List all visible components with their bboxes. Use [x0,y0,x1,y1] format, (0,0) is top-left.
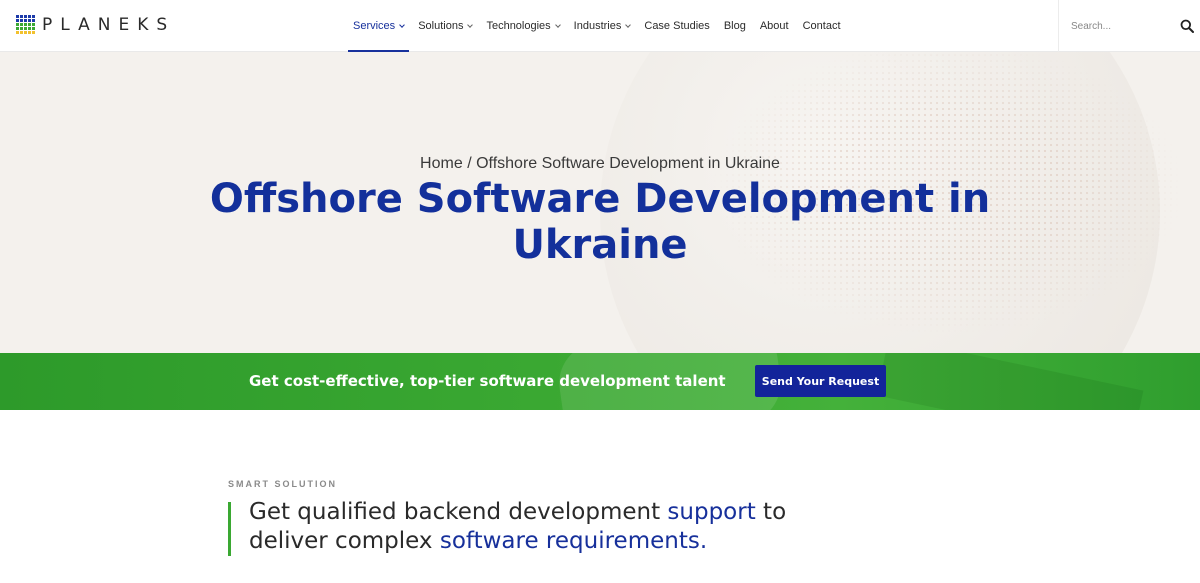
logo-dot [20,31,23,34]
breadcrumb-separator: / [467,155,472,172]
chevron-down-icon [467,21,474,28]
logo-dot [32,27,35,30]
nav-item-blog[interactable]: Blog [717,0,753,52]
logo-dot [32,23,35,26]
logo-dot [28,15,31,18]
logo-dot [16,19,19,22]
nav-item-services[interactable]: Services [346,0,411,52]
logo-dot [32,15,35,18]
nav-item-case-studies[interactable]: Case Studies [637,0,716,52]
search-input[interactable] [1071,20,1171,32]
chevron-down-icon [399,21,406,28]
logo-dot [24,31,27,34]
send-request-button[interactable]: Send Your Request [755,365,886,397]
quote-accent-bar [228,502,231,556]
section-quote: Get qualified backend development suppor… [249,498,869,556]
quote-highlight: support [667,499,756,525]
search-box [1058,0,1200,52]
chevron-down-icon [554,21,561,28]
logo-dot [16,27,19,30]
logo-dot [24,27,27,30]
logo-dot [16,31,19,34]
logo[interactable]: PLANEKS [16,15,175,35]
breadcrumb-current: Offshore Software Development in Ukraine [476,155,780,172]
banner-decoration [876,353,1144,410]
breadcrumb: Home / Offshore Software Development in … [0,155,1200,173]
nav-item-about[interactable]: About [753,0,796,52]
main-nav: Services Solutions Technologies Industries C… [346,0,848,52]
logo-dot [20,19,23,22]
banner-text: Get cost-effective, top-tier software de… [249,372,726,390]
site-header: PLANEKS Services Solutions Technologies Ind… [0,0,1200,52]
nav-item-technologies[interactable]: Technologies [479,0,566,52]
chevron-down-icon [625,21,632,28]
logo-mark-icon [16,15,36,35]
logo-dot [24,19,27,22]
nav-item-label: Contact [802,20,841,32]
nav-item-label: About [759,20,789,32]
nav-item-label: Services [353,20,396,32]
logo-dot [32,19,35,22]
nav-item-label: Industries [573,20,622,32]
page-title: Offshore Software Development in Ukraine [209,176,991,268]
section-eyebrow: SMART SOLUTION [228,479,337,489]
logo-dot [28,23,31,26]
nav-item-label: Case Studies [644,20,710,32]
nav-item-contact[interactable]: Contact [796,0,848,52]
quote-text: Get qualified backend development [249,499,668,525]
breadcrumb-home-link[interactable]: Home [420,155,463,172]
nav-item-label: Technologies [486,20,551,32]
nav-item-industries[interactable]: Industries [567,0,638,52]
nav-item-solutions[interactable]: Solutions [411,0,479,52]
logo-dot [28,31,31,34]
logo-dot [24,15,27,18]
logo-dot [20,27,23,30]
logo-dot [28,19,31,22]
logo-dot [32,31,35,34]
logo-dot [28,27,31,30]
quote-highlight: software requirements. [439,528,708,554]
search-icon[interactable] [1180,19,1194,33]
nav-item-label: Blog [723,20,746,32]
logo-dot [16,23,19,26]
logo-dot [20,15,23,18]
nav-item-label: Solutions [418,20,464,32]
logo-dot [20,23,23,26]
logo-dot [24,23,27,26]
logo-text: PLANEKS [42,15,176,35]
logo-dot [16,15,19,18]
hero-section: Home / Offshore Software Development in … [0,52,1200,353]
cta-banner: Get cost-effective, top-tier software de… [0,353,1200,410]
